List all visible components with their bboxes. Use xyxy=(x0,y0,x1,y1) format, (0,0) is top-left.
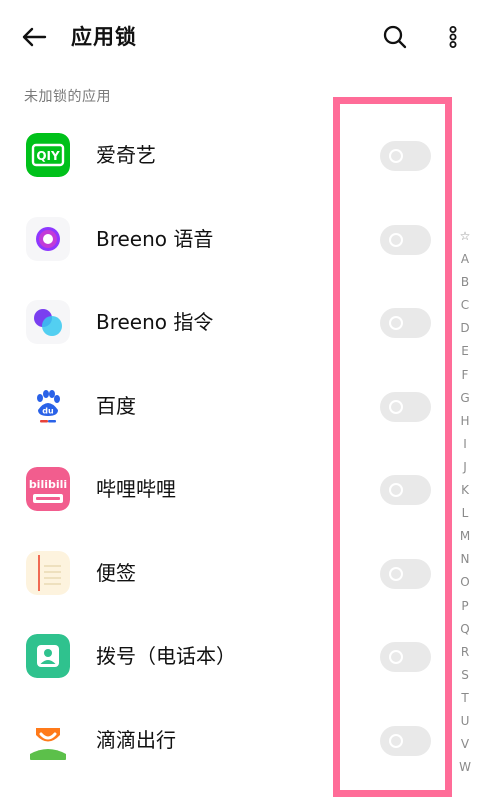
index-letter[interactable]: F xyxy=(453,364,477,387)
index-letter[interactable]: A xyxy=(453,248,477,271)
index-letter[interactable]: U xyxy=(453,710,477,733)
toggle-knob xyxy=(389,232,403,247)
app-bar: 应用锁 xyxy=(0,0,492,74)
arrow-left-icon xyxy=(22,27,47,47)
toggle-knob xyxy=(389,650,403,664)
bilibili-icon: bilibili xyxy=(26,467,70,511)
index-letter[interactable]: G xyxy=(453,387,477,410)
index-letter[interactable]: L xyxy=(453,502,477,525)
toggle-knob xyxy=(389,483,403,497)
app-name: 哔哩哔哩 xyxy=(96,477,176,501)
svg-text:bilibili: bilibili xyxy=(29,478,67,491)
index-letter[interactable]: O xyxy=(453,571,477,594)
index-letter[interactable]: S xyxy=(453,664,477,687)
index-letter[interactable]: Q xyxy=(453,618,477,641)
notes-icon xyxy=(26,550,70,595)
index-letter[interactable]: K xyxy=(453,479,477,502)
index-letter[interactable]: M xyxy=(453,525,477,548)
lock-toggle[interactable] xyxy=(380,642,431,672)
baidu-icon: du xyxy=(26,383,70,428)
toggle-knob xyxy=(389,399,403,414)
index-star[interactable]: ☆ xyxy=(453,225,477,248)
page-title: 应用锁 xyxy=(71,25,137,49)
app-list: QIY 爱奇艺 Breeno 语音 Breeno 指令 du 百度 bilibi… xyxy=(0,113,492,781)
didi-icon xyxy=(26,717,70,762)
list-item: QIY 爱奇艺 xyxy=(0,113,492,197)
index-letter[interactable]: E xyxy=(453,340,477,363)
index-letter[interactable]: J xyxy=(453,456,477,479)
index-letter[interactable]: T xyxy=(453,687,477,710)
index-letter[interactable]: V xyxy=(453,733,477,756)
app-name: 滴滴出行 xyxy=(96,727,176,752)
back-button[interactable] xyxy=(14,20,54,54)
lock-toggle[interactable] xyxy=(380,141,431,171)
index-letter[interactable]: D xyxy=(453,317,477,340)
search-button[interactable] xyxy=(376,20,414,54)
lock-toggle[interactable] xyxy=(380,475,431,505)
index-letter[interactable]: W xyxy=(453,756,477,779)
svg-text:du: du xyxy=(42,406,54,415)
index-letter[interactable]: B xyxy=(453,271,477,294)
app-name: Breeno 指令 xyxy=(96,310,214,334)
unlocked-apps-section-label: 未加锁的应用 xyxy=(24,89,111,105)
app-name: Breeno 语音 xyxy=(96,226,214,251)
list-item: 便签 xyxy=(0,531,492,615)
app-name: 爱奇艺 xyxy=(96,143,156,167)
toggle-knob xyxy=(389,566,403,581)
lock-toggle[interactable] xyxy=(380,224,431,255)
index-letter[interactable]: N xyxy=(453,548,477,571)
list-item: 滴滴出行 xyxy=(0,698,492,782)
lock-toggle[interactable] xyxy=(380,725,431,756)
app-name: 便签 xyxy=(96,560,136,585)
breeno-voice-icon xyxy=(26,216,70,261)
dialer-icon xyxy=(26,634,70,678)
toggle-knob xyxy=(389,733,403,748)
lock-toggle[interactable] xyxy=(380,391,431,422)
toggle-knob xyxy=(389,316,403,330)
list-item: Breeno 指令 xyxy=(0,280,492,364)
toggle-knob xyxy=(389,149,403,163)
lock-toggle[interactable] xyxy=(380,558,431,589)
app-name: 拨号（电话本） xyxy=(96,644,236,668)
index-letter[interactable]: P xyxy=(453,595,477,618)
list-item: Breeno 语音 xyxy=(0,197,492,281)
more-options-button[interactable] xyxy=(438,20,468,54)
list-item: 拨号（电话本） xyxy=(0,614,492,698)
app-name: 百度 xyxy=(96,393,136,418)
breeno-command-icon xyxy=(26,300,70,344)
more-vertical-icon xyxy=(449,26,457,48)
index-letter[interactable]: R xyxy=(453,641,477,664)
lock-toggle[interactable] xyxy=(380,308,431,338)
list-item: du 百度 xyxy=(0,364,492,448)
list-item: bilibili 哔哩哔哩 xyxy=(0,447,492,531)
svg-text:QIY: QIY xyxy=(36,149,60,163)
index-letter[interactable]: H xyxy=(453,410,477,433)
iqiyi-icon: QIY xyxy=(26,133,70,177)
index-letter[interactable]: I xyxy=(453,433,477,456)
index-letter[interactable]: C xyxy=(453,294,477,317)
search-icon xyxy=(383,25,407,49)
alphabet-index[interactable]: ☆ A B C D E F G H I J K L M N O P Q R S … xyxy=(453,225,477,779)
